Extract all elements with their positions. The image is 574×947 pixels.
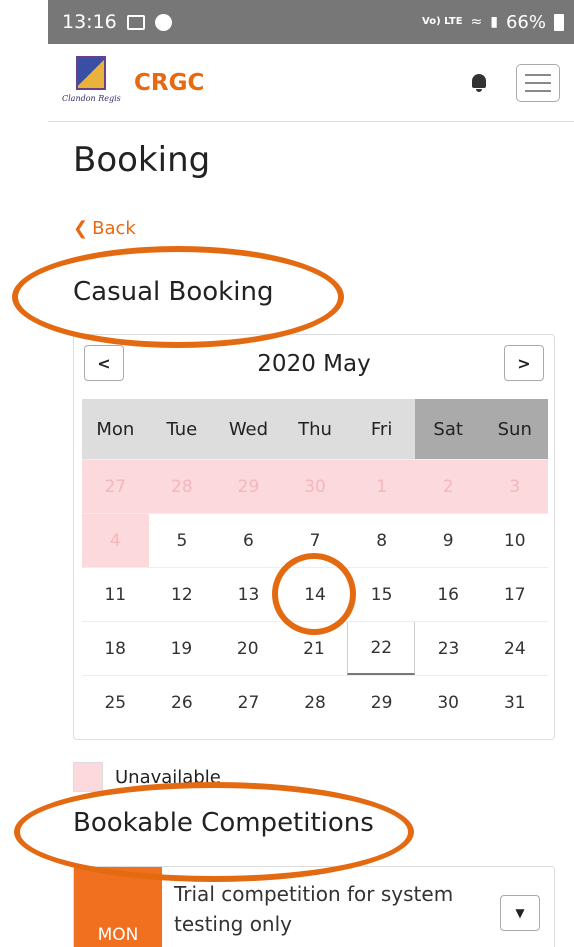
calendar-day[interactable]: 7 <box>282 514 349 567</box>
calendar-week: 25 26 27 28 29 30 31 <box>82 675 548 729</box>
calendar-day[interactable]: 16 <box>415 568 482 621</box>
signal-icon: ▮ <box>490 14 498 30</box>
calendar-grid: Mon Tue Wed Thu Fri Sat Sun 27 28 29 30 1 2 3 4… <box>82 399 549 729</box>
hamburger-line <box>525 89 551 92</box>
unavailable-swatch <box>73 762 103 792</box>
gallery-icon <box>126 14 145 30</box>
calendar-day[interactable]: 11 <box>82 568 149 621</box>
competition-day: MON <box>74 867 162 947</box>
dow-fri: Fri <box>348 399 415 459</box>
calendar-day: 29 <box>215 460 282 513</box>
calendar-day[interactable]: 28 <box>282 676 349 729</box>
calendar-day[interactable]: 15 <box>348 568 415 621</box>
dow-wed: Wed <box>215 399 282 459</box>
calendar-day[interactable]: 20 <box>215 622 281 675</box>
calendar-header: < 2020 May > <box>74 335 554 399</box>
status-time: 13:16 <box>62 11 117 33</box>
calendar-day[interactable]: 23 <box>415 622 481 675</box>
calendar-day[interactable]: 9 <box>415 514 482 567</box>
hamburger-line <box>525 73 551 76</box>
calendar-day[interactable]: 22 <box>347 622 416 675</box>
messenger-icon <box>154 13 172 31</box>
calendar-day[interactable]: 8 <box>348 514 415 567</box>
status-bar: 13:16 Vo) LTE ≈ ▮ 66% <box>48 0 574 44</box>
back-label: Back <box>92 218 136 239</box>
battery-icon <box>554 13 564 31</box>
battery-percent: 66% <box>505 11 546 33</box>
competition-card[interactable]: MON Trial competition for system testing… <box>73 866 555 947</box>
calendar-day[interactable]: 12 <box>149 568 216 621</box>
caret-down-icon: ▼ <box>515 906 525 920</box>
wifi-icon: ≈ <box>470 14 483 30</box>
bookable-competitions-title: Bookable Competitions <box>73 808 374 838</box>
calendar-day[interactable]: 26 <box>149 676 216 729</box>
brand-name[interactable]: CRGC <box>134 70 204 96</box>
calendar-day[interactable]: 10 <box>481 514 548 567</box>
hamburger-line <box>525 81 551 84</box>
legend-label: Unavailable <box>115 766 221 788</box>
menu-button[interactable] <box>516 63 560 102</box>
calendar-day: 30 <box>281 460 349 513</box>
calendar-week: 27 28 29 30 1 2 3 <box>82 459 549 513</box>
logo-text: Clandon Regis <box>62 93 121 103</box>
next-month-button[interactable]: > <box>504 345 544 381</box>
calendar-day[interactable]: 21 <box>281 622 347 675</box>
calendar-day[interactable]: 18 <box>82 622 148 675</box>
crest-icon <box>76 55 106 90</box>
dow-thu: Thu <box>281 399 349 459</box>
competition-title: Trial competition for system testing onl… <box>174 882 454 936</box>
calendar-day: 3 <box>481 460 549 513</box>
calendar-week: 11 12 13 14 15 16 17 <box>82 567 548 621</box>
dow-sat: Sat <box>414 399 482 459</box>
calendar-day[interactable]: 27 <box>215 676 282 729</box>
club-logo[interactable]: Clandon Regis <box>62 52 121 114</box>
calendar-day[interactable]: 13 <box>215 568 282 621</box>
navbar: Clandon Regis CRGC <box>48 44 574 122</box>
calendar: < 2020 May > Mon Tue Wed Thu Fri Sat Sun… <box>73 334 555 740</box>
legend: Unavailable <box>73 762 221 792</box>
calendar-day[interactable]: 17 <box>481 568 548 621</box>
calendar-day: 27 <box>82 460 149 513</box>
casual-booking-title: Casual Booking <box>73 277 274 307</box>
calendar-day[interactable]: 6 <box>215 514 282 567</box>
lte-icon: Vo) LTE <box>422 16 463 27</box>
calendar-day[interactable]: 30 <box>415 676 482 729</box>
calendar-day: 2 <box>414 460 482 513</box>
calendar-day[interactable]: 14 <box>282 568 349 621</box>
expand-button[interactable]: ▼ <box>500 895 540 931</box>
days-of-week-row: Mon Tue Wed Thu Fri Sat Sun <box>82 399 549 459</box>
calendar-day[interactable]: 5 <box>149 514 216 567</box>
dow-tue: Tue <box>148 399 216 459</box>
chevron-left-icon: ❮ <box>73 218 89 239</box>
calendar-day: 4 <box>82 514 149 567</box>
back-link[interactable]: ❮ Back <box>73 218 136 239</box>
page-title: Booking <box>73 140 211 180</box>
calendar-weeks: 27 28 29 30 1 2 3 4 5 6 7 8 9 10 11 12 13 14 15 16 17 18 19 20 2… <box>82 459 549 729</box>
calendar-day[interactable]: 24 <box>482 622 548 675</box>
calendar-week: 4 5 6 7 8 9 10 <box>82 513 548 567</box>
calendar-day[interactable]: 29 <box>348 676 415 729</box>
calendar-day: 28 <box>148 460 216 513</box>
calendar-title: 2020 May <box>257 351 371 377</box>
calendar-week: 18 19 20 21 22 23 24 <box>82 621 548 675</box>
calendar-day[interactable]: 19 <box>148 622 214 675</box>
dow-mon: Mon <box>82 399 149 459</box>
calendar-day[interactable]: 31 <box>481 676 548 729</box>
dow-sun: Sun <box>481 399 549 459</box>
bell-icon[interactable] <box>470 73 488 92</box>
calendar-day: 1 <box>348 460 415 513</box>
calendar-day[interactable]: 25 <box>82 676 149 729</box>
